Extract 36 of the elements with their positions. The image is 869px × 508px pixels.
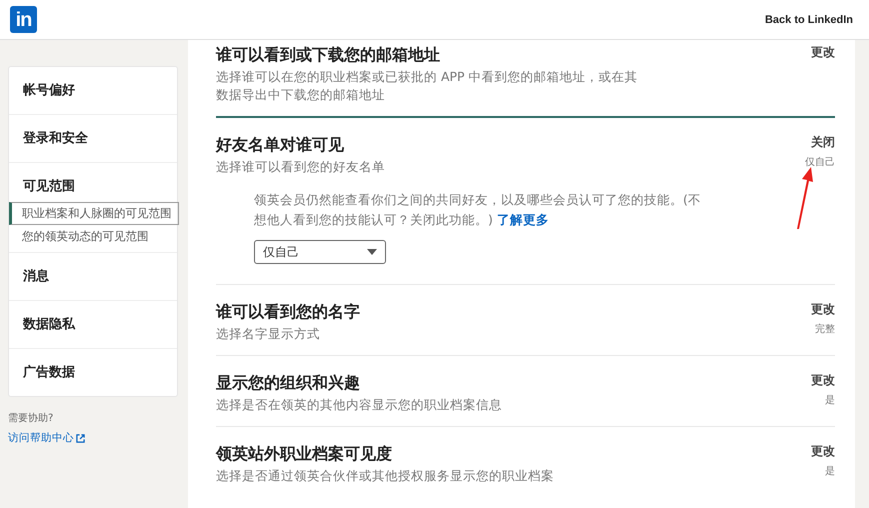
sidebar-section[interactable]: 广告数据 [9,348,177,396]
help-label: 需要协助? [8,412,54,425]
sidebar-item[interactable]: 职业档案和人脉圈的可见范围 [9,202,179,225]
change-button[interactable]: 更改 [811,372,835,389]
external-link-icon [76,434,85,442]
sidebar-item[interactable]: 您的领英动态的可见范围 [9,225,179,248]
setting-title: 领英站外职业档案可见度 [216,443,393,465]
change-button[interactable]: 更改 [811,443,835,460]
sidebar-section[interactable]: 数据隐私 [9,300,177,348]
setting-title: 谁可以看到您的名字 [216,301,360,323]
help-link[interactable]: 访问帮助中心 [8,431,178,445]
setting-description: 选择是否在领英的其他内容显示您的职业档案信息 [216,396,502,414]
learn-more-link[interactable]: 了解更多 [496,212,549,227]
setting-description: 选择是否通过领英合伙伴或其他授权服务显示您的职业档案 [216,467,554,485]
change-button[interactable]: 更改 [811,44,835,61]
visibility-dropdown[interactable]: 仅自己 [254,240,386,264]
setting-title: 好友名单对谁可见 [216,134,345,156]
setting-title: 显示您的组织和兴趣 [216,372,361,394]
setting-value: 是 [825,394,835,407]
change-button[interactable]: 关闭 [811,134,835,151]
annotation-arrow [796,166,814,230]
sidebar-section[interactable]: 登录和安全 [9,114,177,162]
setting-value: 仅自己 [805,156,835,169]
setting-description: 选择谁可以看到您的好友名单 [216,158,386,176]
change-button[interactable]: 更改 [811,301,835,318]
setting-description: 选择谁可以在您的职业档案或已获批的 APP 中看到您的邮箱地址，或在其数据导出中下载您的邮箱地址 [216,68,639,104]
sidebar-section[interactable]: 帐号偏好 [9,67,177,114]
setting-value: 是 [825,465,835,478]
setting-value: 完整 [815,322,835,336]
back-link[interactable]: Back to LinkedIn [764,14,853,26]
setting-description: 选择名字显示方式 [216,325,321,343]
setting-note: 领英会员仍然能查看你们之间的共同好友，以及哪些会员认可了您的技能。(不想他人看到您的技能认可？关闭此功能。) 了解更多 [254,191,702,229]
setting-title: 谁可以看到或下载您的邮箱地址 [216,44,441,66]
logo[interactable]: in [10,6,37,33]
sidebar-section[interactable]: 消息 [9,252,177,300]
caret-icon [367,249,377,255]
